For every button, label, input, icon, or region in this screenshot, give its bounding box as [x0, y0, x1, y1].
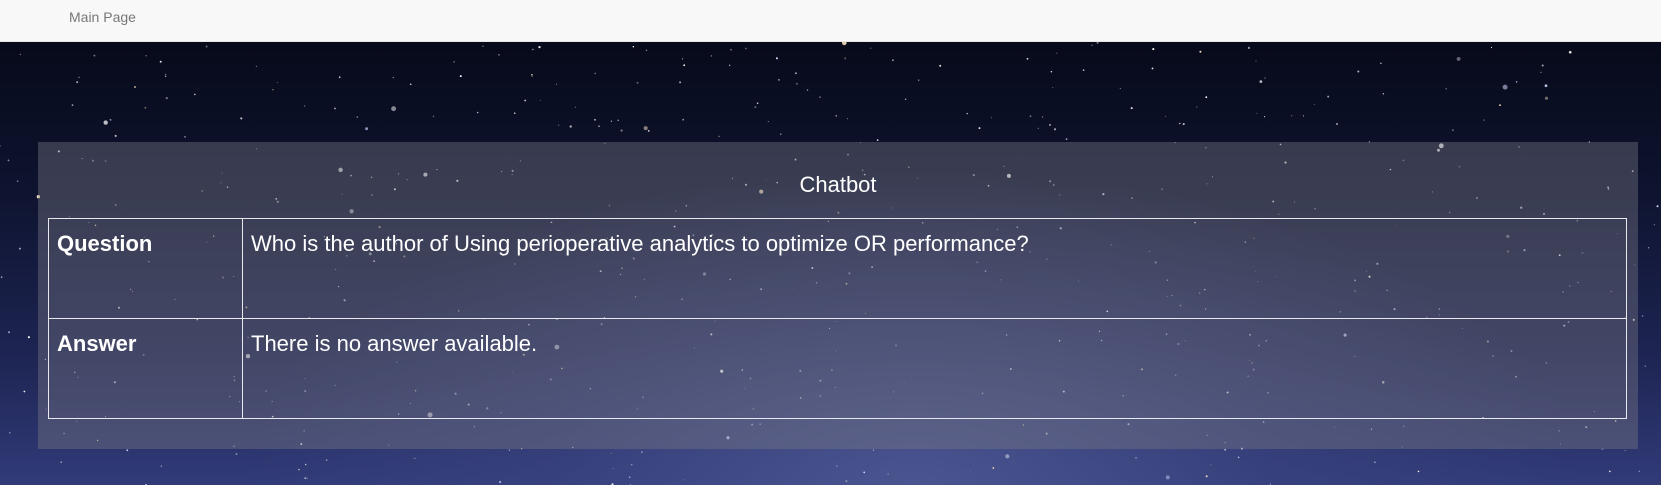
top-navbar: Main Page [0, 0, 1661, 42]
answer-row: Answer There is no answer available. [48, 318, 1627, 419]
main-page-link[interactable]: Main Page [69, 8, 136, 26]
chatbot-panel: Chatbot Question Who is the author of Us… [38, 142, 1638, 449]
chatbot-title: Chatbot [799, 172, 877, 197]
question-label: Question [48, 218, 243, 319]
question-text: Who is the author of Using perioperative… [242, 218, 1627, 319]
answer-label: Answer [48, 318, 243, 419]
qa-table: Question Who is the author of Using peri… [48, 218, 1627, 419]
answer-text: There is no answer available. [242, 318, 1627, 419]
question-row: Question Who is the author of Using peri… [48, 218, 1627, 319]
